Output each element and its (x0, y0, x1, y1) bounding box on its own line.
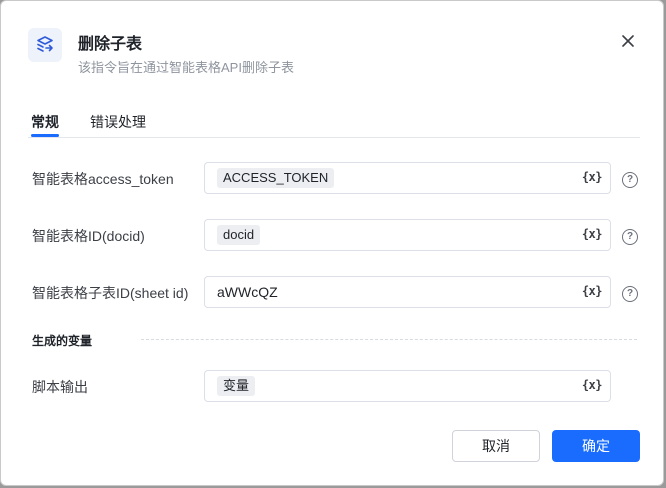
script-output-label: 脚本输出 (32, 379, 88, 395)
confirm-button[interactable]: 确定 (552, 430, 640, 462)
help-icon[interactable]: ? (622, 172, 638, 188)
section-divider (141, 339, 637, 340)
access-token-label: 智能表格access_token (32, 171, 174, 187)
tab-general[interactable]: 常规 (31, 112, 59, 132)
docid-field[interactable]: docid {x} (204, 219, 611, 251)
active-tab-indicator (31, 134, 59, 137)
tab-error-handling[interactable]: 错误处理 (90, 112, 146, 132)
access-token-field[interactable]: ACCESS_TOKEN {x} (204, 162, 611, 194)
variable-insert-icon[interactable]: {x} (582, 284, 603, 298)
delete-subtable-dialog: 删除子表 该指令旨在通过智能表格API删除子表 常规 错误处理 智能表格acce… (0, 0, 664, 486)
sheet-id-field[interactable]: aWWcQZ {x} (204, 276, 611, 308)
help-icon[interactable]: ? (622, 286, 638, 302)
docid-label: 智能表格ID(docid) (32, 228, 145, 244)
variable-insert-icon[interactable]: {x} (582, 227, 603, 241)
script-output-variable-chip[interactable]: 变量 (217, 376, 256, 396)
output-section-title: 生成的变量 (32, 334, 93, 348)
access-token-variable-chip[interactable]: ACCESS_TOKEN (217, 168, 335, 188)
dialog-subtitle: 该指令旨在通过智能表格API删除子表 (78, 60, 294, 75)
tab-bar: 常规 错误处理 (28, 109, 640, 138)
script-output-field[interactable]: 变量 {x} (204, 370, 611, 402)
sheet-id-value[interactable]: aWWcQZ (217, 284, 278, 300)
help-icon[interactable]: ? (622, 229, 638, 245)
docid-variable-chip[interactable]: docid (217, 225, 261, 245)
table-delete-icon (28, 28, 62, 62)
variable-insert-icon[interactable]: {x} (582, 170, 603, 184)
sheet-id-label: 智能表格子表ID(sheet id) (32, 285, 189, 301)
cancel-button[interactable]: 取消 (452, 430, 540, 462)
variable-insert-icon[interactable]: {x} (582, 378, 603, 392)
close-icon[interactable] (617, 30, 639, 52)
dialog-title: 删除子表 (78, 36, 143, 53)
